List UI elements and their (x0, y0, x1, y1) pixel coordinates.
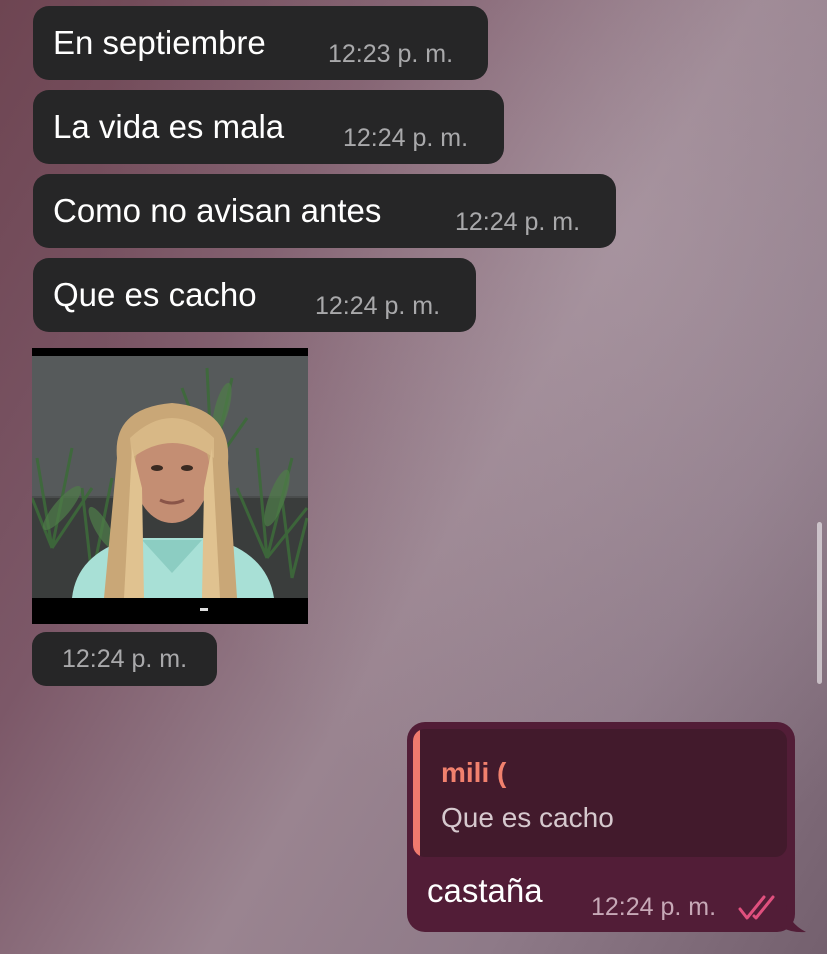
message-time: 12:23 p. m. (328, 40, 454, 68)
message-text: En septiembre (53, 24, 266, 61)
message-time: 12:24 p. m. (315, 292, 441, 320)
message-text: castaña (427, 872, 543, 909)
message-bubble-incoming[interactable]: Como no avisan antes 12:24 p. m. (33, 174, 616, 248)
double-check-icon (738, 895, 775, 920)
reply-text: Que es cacho (441, 802, 614, 833)
message-time: 12:24 p. m. (591, 893, 717, 921)
message-bubble-incoming[interactable]: La vida es mala 12:24 p. m. (33, 90, 504, 164)
message-bubble-incoming[interactable]: En septiembre 12:23 p. m. (33, 6, 488, 80)
message-time: 12:24 p. m. (343, 124, 469, 152)
message-text: Como no avisan antes (53, 192, 382, 229)
bubble-tail (780, 905, 806, 933)
reply-accent-bar (413, 729, 420, 857)
reply-quote[interactable]: mili ( Que es cacho (413, 729, 787, 857)
message-text: Que es cacho (53, 276, 257, 313)
person-photo (32, 348, 308, 624)
photo-time-badge: 12:24 p. m. (32, 632, 217, 686)
scrollbar[interactable] (817, 522, 822, 684)
message-time: 12:24 p. m. (455, 208, 581, 236)
message-bubble-incoming[interactable]: Que es cacho 12:24 p. m. (33, 258, 476, 332)
reply-author: mili ( (441, 757, 507, 788)
message-text: La vida es mala (53, 108, 285, 145)
photo-message[interactable] (32, 348, 308, 624)
